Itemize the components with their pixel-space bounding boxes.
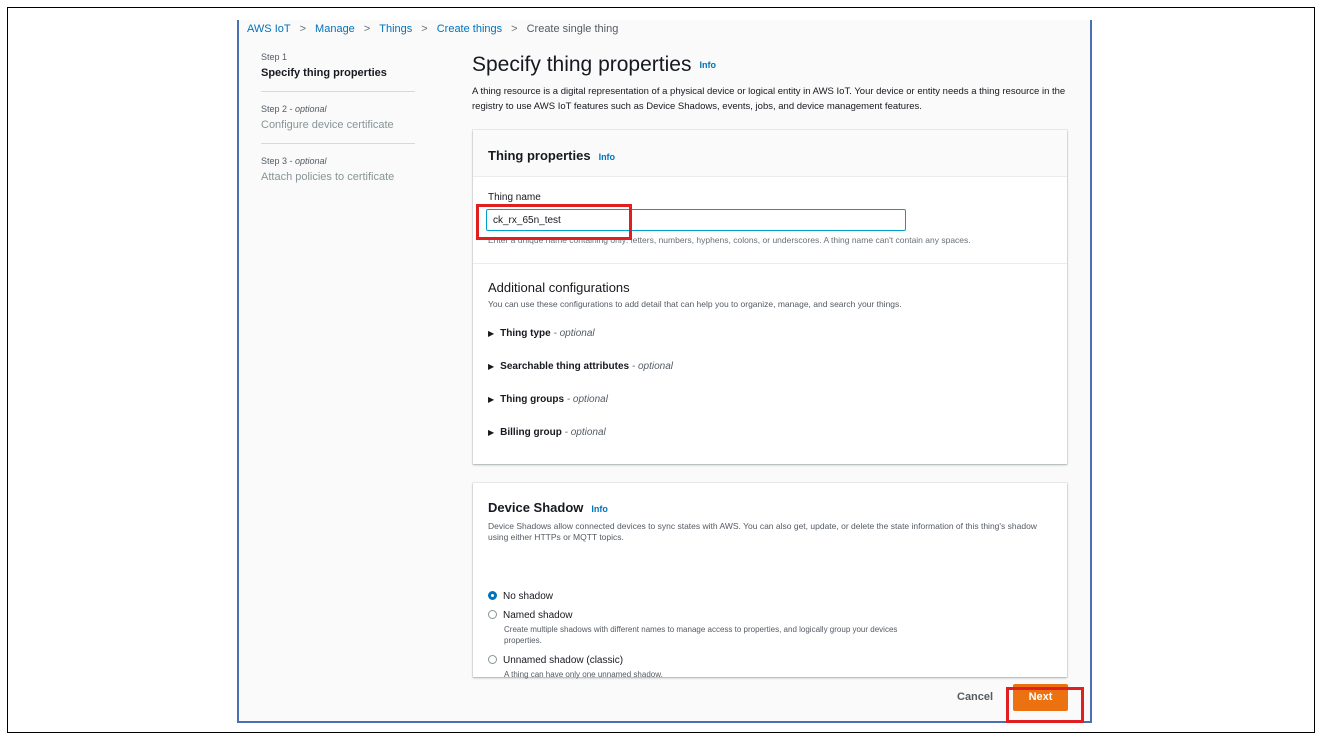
searchable-attributes-optional: - optional (629, 361, 673, 372)
step-3-optional: optional (295, 156, 327, 166)
step-divider (261, 143, 415, 144)
additional-configurations-description: You can use these configurations to add … (488, 299, 902, 309)
wizard-steps: Step 1 Specify thing properties Step 2 -… (261, 52, 415, 183)
step-3-title: Attach policies to certificate (261, 171, 395, 183)
device-shadow-heading: Device Shadow Info (488, 500, 608, 515)
caret-right-icon: ▶ (488, 329, 495, 338)
device-shadow-info-link[interactable]: Info (591, 504, 608, 514)
page-info-link[interactable]: Info (699, 60, 716, 70)
step-2-optional: optional (295, 104, 327, 114)
thing-properties-header: Thing properties Info (473, 130, 1067, 177)
aws-console-window: AWS IoT > Manage > Things > Create things > Crea… (237, 20, 1092, 723)
thing-type-optional: - optional (550, 328, 595, 339)
chevron-right-icon: > (511, 23, 518, 35)
step-1: Step 1 Specify thing properties (261, 52, 415, 79)
thing-name-hint: Enter a unique name containing only: let… (488, 235, 971, 245)
step-2-number: Step 2 - optional (261, 104, 415, 114)
step-1-title: Specify thing properties (261, 67, 387, 79)
chevron-right-icon: > (363, 23, 371, 35)
step-divider (261, 91, 415, 92)
breadcrumb-current: Create single thing (526, 23, 619, 35)
breadcrumb-aws-iot[interactable]: AWS IoT (247, 23, 291, 35)
radio-button-icon[interactable] (488, 654, 497, 664)
step-3-number: Step 3 - optional (261, 156, 415, 166)
device-shadow-title: Device Shadow (488, 500, 584, 515)
thing-properties-info-link[interactable]: Info (599, 152, 616, 162)
thing-groups-optional: - optional (564, 394, 608, 405)
page-title-text: Specify thing properties (472, 53, 692, 76)
no-shadow-option[interactable]: No shadow (488, 590, 554, 602)
named-shadow-label: Named shadow (503, 610, 573, 621)
radio-button-icon[interactable] (488, 609, 497, 619)
section-divider (473, 263, 1067, 264)
chevron-right-icon: > (299, 23, 307, 35)
searchable-attributes-expander[interactable]: ▶ Searchable thing attributes - optional (488, 361, 673, 372)
cancel-button[interactable]: Cancel (957, 691, 993, 703)
billing-group-label: Billing group (500, 427, 562, 438)
thing-name-label: Thing name (488, 192, 541, 203)
step-3: Step 3 - optional Attach policies to cer… (261, 156, 415, 183)
breadcrumb-create-things[interactable]: Create things (437, 23, 502, 35)
named-shadow-option[interactable]: Named shadow (488, 609, 573, 621)
thing-groups-label: Thing groups (500, 394, 565, 405)
thing-properties-panel: Thing properties Info Thing name Enter a … (473, 130, 1067, 464)
caret-right-icon: ▶ (488, 395, 495, 404)
radio-button-icon[interactable] (488, 590, 497, 600)
step-3-prefix: Step 3 - (261, 156, 296, 166)
breadcrumb: AWS IoT > Manage > Things > Create things > Crea… (247, 23, 618, 35)
chevron-right-icon: > (421, 23, 428, 35)
step-1-number: Step 1 (261, 52, 288, 62)
unnamed-shadow-option[interactable]: Unnamed shadow (classic) (488, 654, 624, 666)
named-shadow-description: Create multiple shadows with different n… (504, 625, 898, 645)
page-description: A thing resource is a digital representa… (472, 86, 1066, 112)
thing-type-label: Thing type (500, 328, 551, 339)
caret-right-icon: ▶ (488, 428, 495, 437)
step-2: Step 2 - optional Configure device certi… (261, 104, 415, 131)
caret-right-icon: ▶ (488, 362, 495, 371)
billing-group-expander[interactable]: ▶ Billing group - optional (488, 427, 606, 438)
step-2-title: Configure device certificate (261, 119, 394, 131)
searchable-attributes-label: Searchable thing attributes (500, 361, 630, 372)
thing-type-expander[interactable]: ▶ Thing type - optional (488, 328, 595, 339)
thing-groups-expander[interactable]: ▶ Thing groups - optional (488, 394, 608, 405)
thing-properties-title: Thing properties (488, 148, 591, 163)
unnamed-shadow-description: A thing can have only one unnamed shadow… (504, 670, 663, 679)
additional-configurations-title: Additional configurations (488, 280, 630, 295)
thing-name-input[interactable] (486, 209, 906, 231)
device-shadow-panel: Device Shadow Info Device Shadows allow c… (473, 483, 1067, 679)
no-shadow-label: No shadow (503, 591, 554, 602)
thing-properties-heading: Thing properties Info (488, 148, 615, 163)
breadcrumb-things[interactable]: Things (379, 23, 412, 35)
billing-group-optional: - optional (561, 427, 606, 438)
page-title: Specify thing properties Info (472, 53, 716, 77)
breadcrumb-manage[interactable]: Manage (315, 23, 355, 35)
next-button[interactable]: Next (1013, 684, 1068, 711)
device-shadow-description: Device Shadows allow connected devices t… (488, 521, 1037, 542)
step-2-prefix: Step 2 - (261, 104, 296, 114)
unnamed-shadow-label: Unnamed shadow (classic) (503, 655, 624, 666)
